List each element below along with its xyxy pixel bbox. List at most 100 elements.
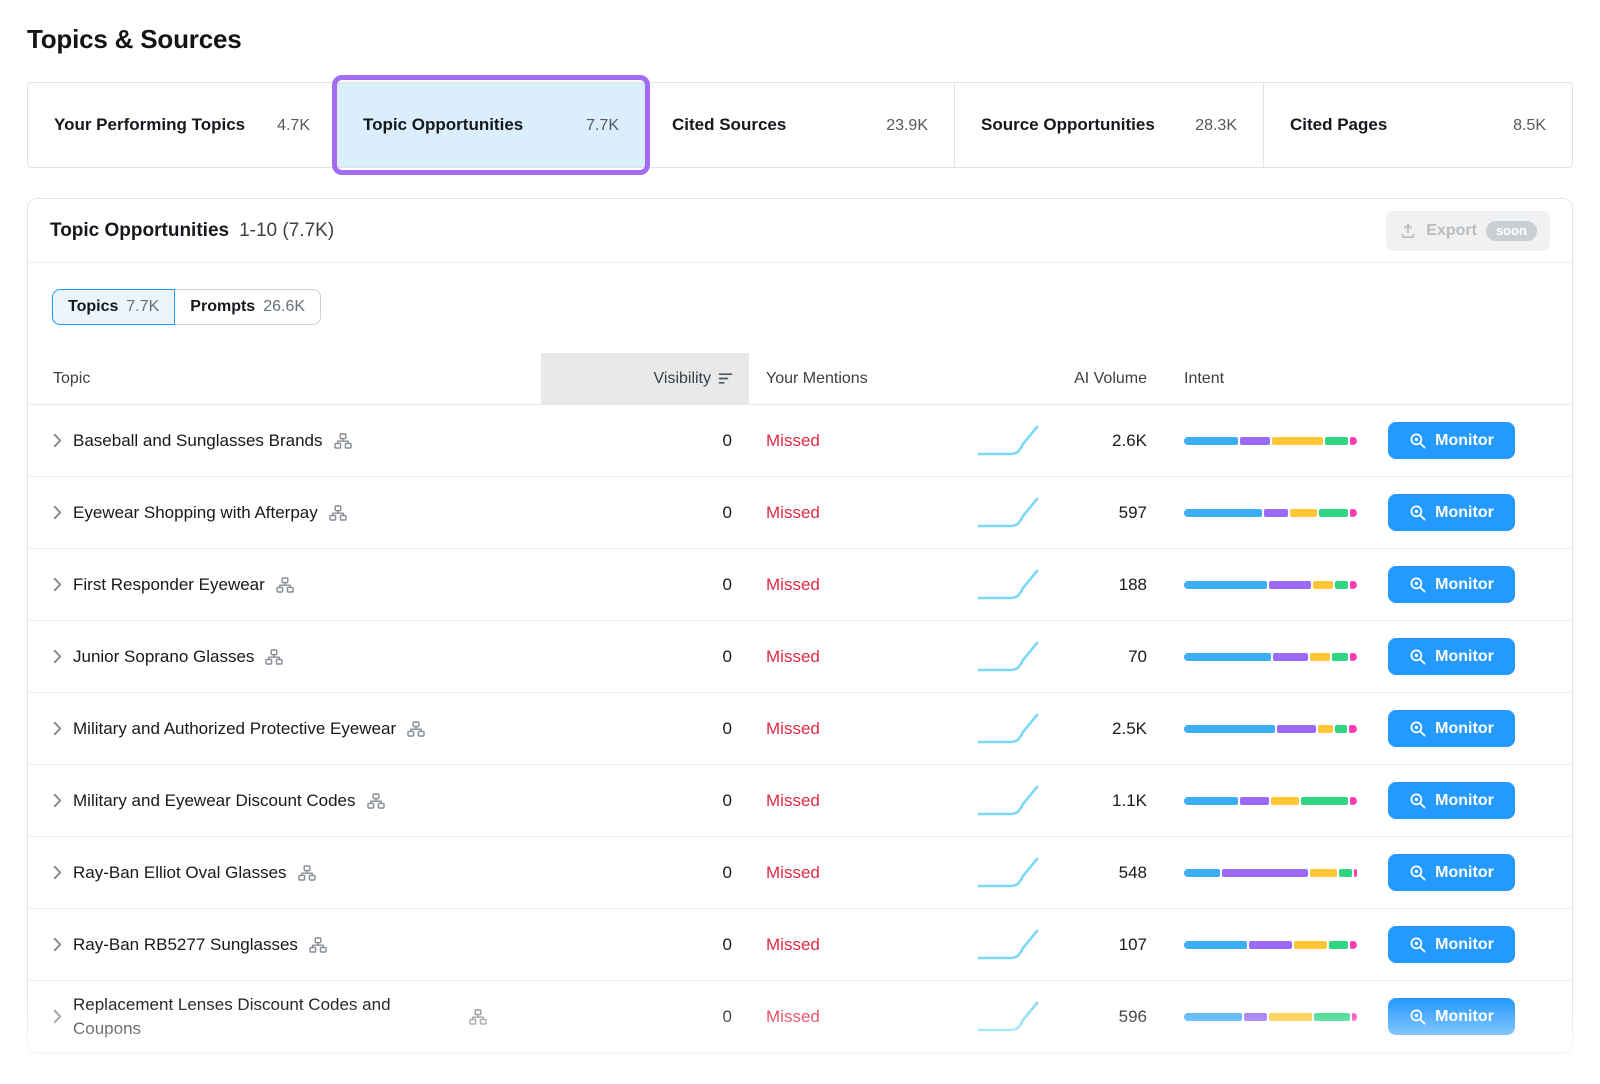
tab-label: Topic Opportunities	[363, 113, 523, 138]
table-row[interactable]: Military and Eyewear Discount Codes 0 Mi…	[28, 765, 1572, 837]
tab-cited-sources[interactable]: Cited Sources 23.9K	[645, 83, 954, 167]
monitor-button[interactable]: Monitor	[1388, 566, 1515, 603]
chevron-right-icon[interactable]	[53, 721, 62, 736]
chevron-right-icon[interactable]	[53, 793, 62, 808]
sitemap-icon	[298, 865, 316, 881]
topic-name: Military and Eyewear Discount Codes	[73, 789, 356, 813]
column-header-trend	[940, 353, 1050, 404]
trend-sparkline	[940, 405, 1050, 476]
table-row[interactable]: Ray-Ban Elliot Oval Glasses 0 Missed 548	[28, 837, 1572, 909]
sitemap-icon	[309, 937, 327, 953]
tab-label: Cited Pages	[1290, 113, 1387, 138]
intent-segment	[1264, 509, 1289, 517]
chevron-right-icon[interactable]	[53, 937, 62, 952]
intent-segment	[1184, 509, 1262, 517]
monitor-label: Monitor	[1435, 432, 1494, 450]
intent-segment	[1184, 581, 1267, 589]
sitemap-icon	[407, 721, 425, 737]
ai-volume-value: 107	[1050, 909, 1160, 980]
tab-cited-pages[interactable]: Cited Pages 8.5K	[1263, 83, 1572, 167]
intent-segment	[1350, 941, 1357, 949]
toggle-prompts[interactable]: Prompts 26.6K	[174, 289, 321, 325]
ai-volume-value: 70	[1050, 621, 1160, 692]
magnifier-icon	[1409, 576, 1427, 594]
intent-segment	[1269, 581, 1312, 589]
tab-topic-opportunities[interactable]: Topic Opportunities 7.7K	[336, 83, 645, 167]
magnifier-icon	[1409, 432, 1427, 450]
table-row[interactable]: Military and Authorized Protective Eyewe…	[28, 693, 1572, 765]
ai-volume-value: 596	[1050, 981, 1160, 1052]
chevron-right-icon[interactable]	[53, 865, 62, 880]
intent-segment	[1350, 797, 1357, 805]
table-row[interactable]: Baseball and Sunglasses Brands 0 Missed …	[28, 405, 1572, 477]
chevron-right-icon[interactable]	[53, 649, 62, 664]
monitor-button[interactable]: Monitor	[1388, 710, 1515, 747]
tab-your-performing-topics[interactable]: Your Performing Topics 4.7K	[28, 83, 336, 167]
chevron-right-icon[interactable]	[53, 577, 62, 592]
monitor-button[interactable]: Monitor	[1388, 926, 1515, 963]
tab-label: Cited Sources	[672, 113, 786, 138]
mentions-value: Missed	[749, 621, 940, 692]
magnifier-icon	[1409, 936, 1427, 954]
monitor-label: Monitor	[1435, 936, 1494, 954]
monitor-button[interactable]: Monitor	[1388, 782, 1515, 819]
intent-segment	[1313, 581, 1333, 589]
intent-segment	[1240, 437, 1270, 445]
column-header-your-mentions: Your Mentions	[749, 353, 940, 404]
trend-sparkline	[940, 693, 1050, 764]
chevron-right-icon[interactable]	[53, 505, 62, 520]
tab-label: Your Performing Topics	[54, 113, 245, 138]
sitemap-icon	[469, 1009, 487, 1025]
mentions-value: Missed	[749, 693, 940, 764]
export-button[interactable]: Export soon	[1386, 211, 1550, 251]
monitor-label: Monitor	[1435, 864, 1494, 882]
intent-segment	[1352, 1013, 1357, 1021]
intent-segment	[1339, 869, 1352, 877]
monitor-button[interactable]: Monitor	[1388, 494, 1515, 531]
sitemap-icon	[334, 433, 352, 449]
magnifier-icon	[1409, 720, 1427, 738]
tab-source-opportunities[interactable]: Source Opportunities 28.3K	[954, 83, 1263, 167]
chevron-right-icon[interactable]	[53, 433, 62, 448]
trend-sparkline	[940, 549, 1050, 620]
ai-volume-value: 188	[1050, 549, 1160, 620]
monitor-button[interactable]: Monitor	[1388, 998, 1515, 1035]
trend-sparkline	[940, 981, 1050, 1052]
table-row[interactable]: Ray-Ban RB5277 Sunglasses 0 Missed 107	[28, 909, 1572, 981]
sort-icon	[718, 372, 733, 385]
table-row[interactable]: First Responder Eyewear 0 Missed 188	[28, 549, 1572, 621]
ai-volume-value: 548	[1050, 837, 1160, 908]
intent-segment	[1310, 653, 1330, 661]
page: Topics & Sources Your Performing Topics …	[0, 0, 1600, 1054]
mentions-value: Missed	[749, 909, 940, 980]
intent-bar	[1184, 653, 1357, 661]
table-row[interactable]: Junior Soprano Glasses 0 Missed 70	[28, 621, 1572, 693]
topic-name: Ray-Ban RB5277 Sunglasses	[73, 933, 298, 957]
topic-name: First Responder Eyewear	[73, 573, 265, 597]
monitor-button[interactable]: Monitor	[1388, 638, 1515, 675]
toggle-topics[interactable]: Topics 7.7K	[52, 289, 175, 325]
intent-segment	[1277, 725, 1317, 733]
tab-count: 7.7K	[586, 117, 619, 135]
ai-volume-value: 597	[1050, 477, 1160, 548]
table-row[interactable]: Replacement Lenses Discount Codes and Co…	[28, 981, 1572, 1053]
export-soon-badge: soon	[1486, 221, 1537, 241]
trend-sparkline	[940, 621, 1050, 692]
intent-segment	[1273, 653, 1308, 661]
view-toggle: Topics 7.7K Prompts 26.6K	[28, 263, 1572, 325]
column-header-topic: Topic	[28, 353, 541, 404]
page-title: Topics & Sources	[27, 24, 1573, 55]
table-row[interactable]: Eyewear Shopping with Afterpay 0 Missed …	[28, 477, 1572, 549]
monitor-button[interactable]: Monitor	[1388, 854, 1515, 891]
chevron-right-icon[interactable]	[53, 1009, 62, 1024]
column-header-ai-volume: AI Volume	[1050, 353, 1160, 404]
visibility-value: 0	[541, 909, 749, 980]
ai-volume-value: 1.1K	[1050, 765, 1160, 836]
column-header-visibility[interactable]: Visibility	[541, 353, 749, 404]
monitor-button[interactable]: Monitor	[1388, 422, 1515, 459]
intent-segment	[1184, 653, 1271, 661]
sitemap-icon	[367, 793, 385, 809]
intent-segment	[1249, 941, 1292, 949]
magnifier-icon	[1409, 504, 1427, 522]
sitemap-icon	[265, 649, 283, 665]
